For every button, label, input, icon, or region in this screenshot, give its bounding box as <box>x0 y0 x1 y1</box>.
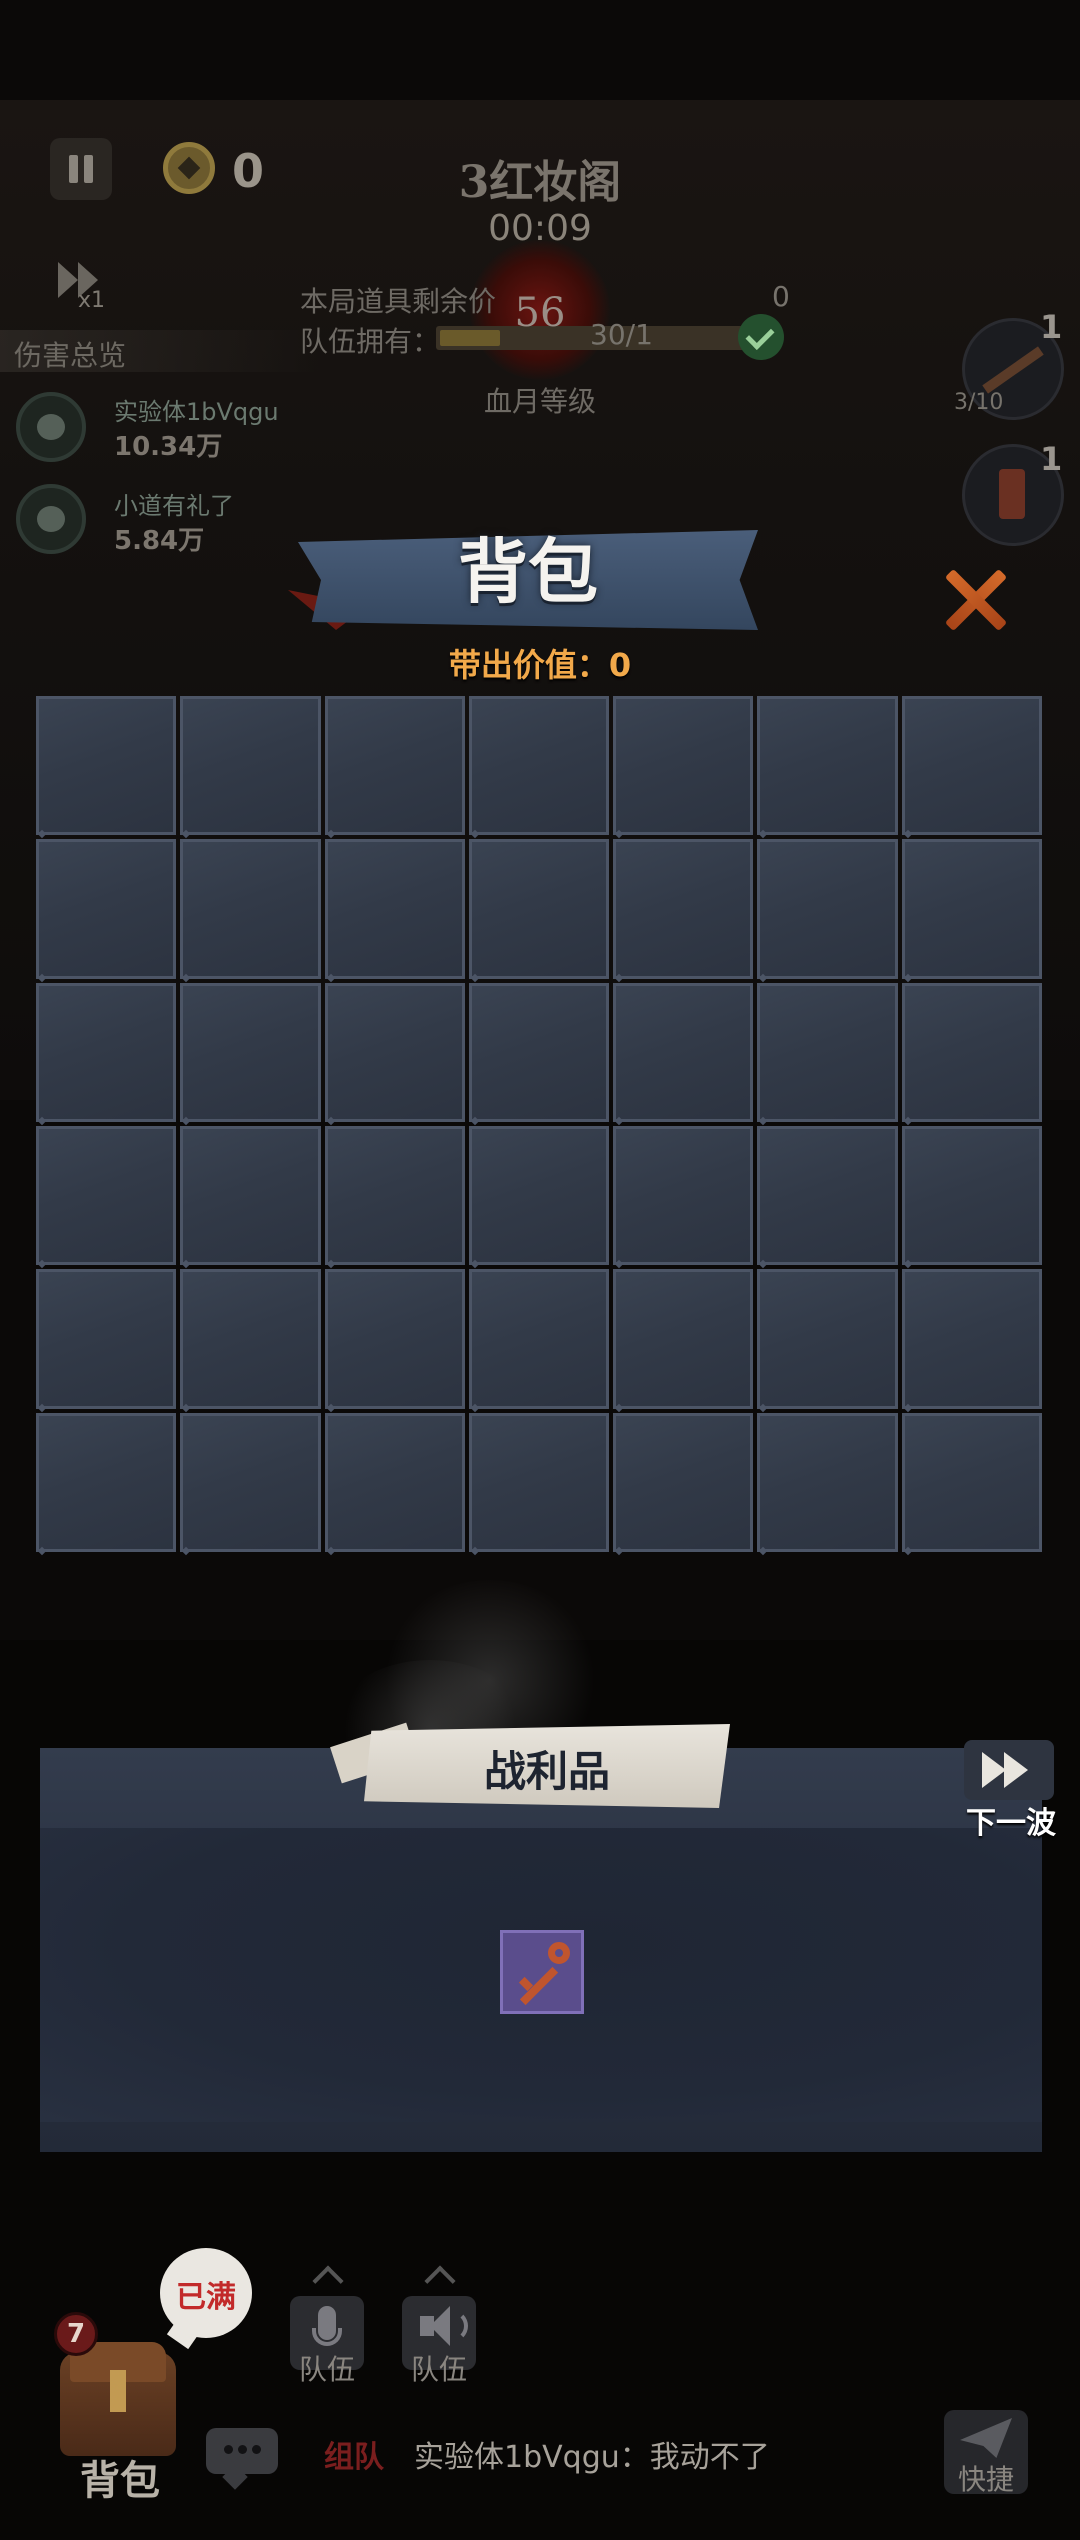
stage-name: 3红妆阁 <box>458 157 622 208</box>
chat-dot <box>238 2445 247 2454</box>
carry-value: 带出价值：0 <box>448 646 632 684</box>
speaker-cone <box>430 2306 450 2346</box>
chat-message[interactable]: 实验体1bVqgu：我动不了 <box>414 2432 770 2476</box>
backpack-slot[interactable] <box>324 1269 465 1409</box>
backpack-slot[interactable] <box>36 839 177 979</box>
backpack-slot[interactable] <box>901 1269 1042 1409</box>
backpack-slot[interactable] <box>324 1125 465 1266</box>
backpack-slot[interactable] <box>468 1125 610 1266</box>
backpack-slot[interactable] <box>180 1269 321 1409</box>
bag-full-label: 已满 <box>176 2280 236 2315</box>
backpack-slot[interactable] <box>613 982 754 1122</box>
next-wave-label[interactable]: 下一波 <box>956 1798 1066 1842</box>
player-avatar <box>16 392 86 462</box>
coin-count: 0 <box>232 144 265 198</box>
chat-dot <box>224 2445 233 2454</box>
backpack-slot[interactable] <box>901 696 1042 836</box>
backpack-slot[interactable] <box>468 1412 610 1552</box>
fast-forward-icon <box>1004 1752 1028 1788</box>
speaker-label: 队伍 <box>410 2353 467 2386</box>
backpack-slot[interactable] <box>757 1412 898 1552</box>
backpack-slot[interactable] <box>468 696 610 836</box>
mic-label: 队伍 <box>298 2353 355 2386</box>
bag-count-badge: 7 <box>54 2312 98 2356</box>
player-avatar <box>16 484 86 554</box>
backpack-slot[interactable] <box>180 839 321 979</box>
backpack-slot[interactable] <box>324 839 465 979</box>
item-value-count: 0 <box>772 280 790 313</box>
fast-forward-icon <box>982 1752 1006 1788</box>
backpack-slot[interactable] <box>36 1269 177 1409</box>
backpack-slot[interactable] <box>613 696 754 836</box>
consumable-count: 1 <box>1040 440 1063 478</box>
chat-dot <box>252 2445 261 2454</box>
backpack-slot[interactable] <box>613 1125 754 1266</box>
backpack-slot[interactable] <box>324 982 465 1122</box>
coin-icon <box>163 142 215 194</box>
round-timer: 00:09 <box>488 208 592 249</box>
key-icon <box>548 1942 570 1964</box>
loot-item-slot[interactable] <box>500 1930 584 2014</box>
backpack-slot[interactable] <box>180 1125 321 1266</box>
damage-overview-title: 伤害总览 <box>14 339 127 372</box>
team-progress-text: 30/1 <box>590 318 653 351</box>
backpack-slot[interactable] <box>757 982 898 1122</box>
backpack-slot[interactable] <box>36 696 177 836</box>
item-value-label: 本局道具剩余价 <box>300 285 497 318</box>
team-own-label: 队伍拥有： <box>300 325 441 358</box>
pause-button[interactable] <box>50 138 112 200</box>
player-damage: 10.34万 <box>114 432 223 462</box>
backpack-slot[interactable] <box>180 1412 321 1552</box>
backpack-label[interactable]: 背包 <box>60 2448 180 2506</box>
close-button[interactable] <box>942 566 1006 630</box>
player-damage: 5.84万 <box>114 526 205 556</box>
blood-moon-label: 血月等级 <box>483 385 596 418</box>
player-name: 实验体1bVqgu <box>114 398 279 426</box>
backpack-slot[interactable] <box>613 1269 754 1409</box>
backpack-slot[interactable] <box>36 1412 177 1552</box>
backpack-slot[interactable] <box>757 1125 898 1266</box>
backpack-slot[interactable] <box>613 1412 754 1552</box>
backpack-slot[interactable] <box>324 696 465 836</box>
backpack-slot[interactable] <box>468 982 610 1122</box>
backpack-strap <box>110 2370 126 2412</box>
speed-label: x1 <box>78 288 106 313</box>
weapon-count: 1 <box>1040 308 1063 346</box>
backpack-slot[interactable] <box>901 1412 1042 1552</box>
backpack-slot[interactable] <box>757 696 898 836</box>
backpack-grid <box>36 696 1042 1552</box>
backpack-slot[interactable] <box>180 696 321 836</box>
loot-title: 战利品 <box>483 1747 610 1796</box>
check-icon <box>738 314 784 360</box>
backpack-slot[interactable] <box>36 1125 177 1266</box>
backpack-slot[interactable] <box>468 1269 610 1409</box>
backpack-slot[interactable] <box>901 1125 1042 1266</box>
backpack-slot[interactable] <box>36 982 177 1122</box>
fast-forward-icon <box>58 262 78 298</box>
chat-channel: 组队 <box>324 2440 384 2475</box>
weapon-ammo: 3/10 <box>954 390 1004 415</box>
quick-label: 快捷 <box>957 2463 1014 2496</box>
backpack-slot[interactable] <box>757 1269 898 1409</box>
blood-moon-level: 56 <box>514 290 566 336</box>
backpack-slot[interactable] <box>901 839 1042 979</box>
backpack-slot[interactable] <box>324 1412 465 1552</box>
backpack-slot[interactable] <box>901 982 1042 1122</box>
backpack-slot[interactable] <box>180 982 321 1122</box>
backpack-title: 背包 <box>458 530 598 613</box>
backpack-slot[interactable] <box>468 839 610 979</box>
player-name: 小道有礼了 <box>114 492 234 520</box>
backpack-slot[interactable] <box>613 839 754 979</box>
backpack-slot[interactable] <box>757 839 898 979</box>
